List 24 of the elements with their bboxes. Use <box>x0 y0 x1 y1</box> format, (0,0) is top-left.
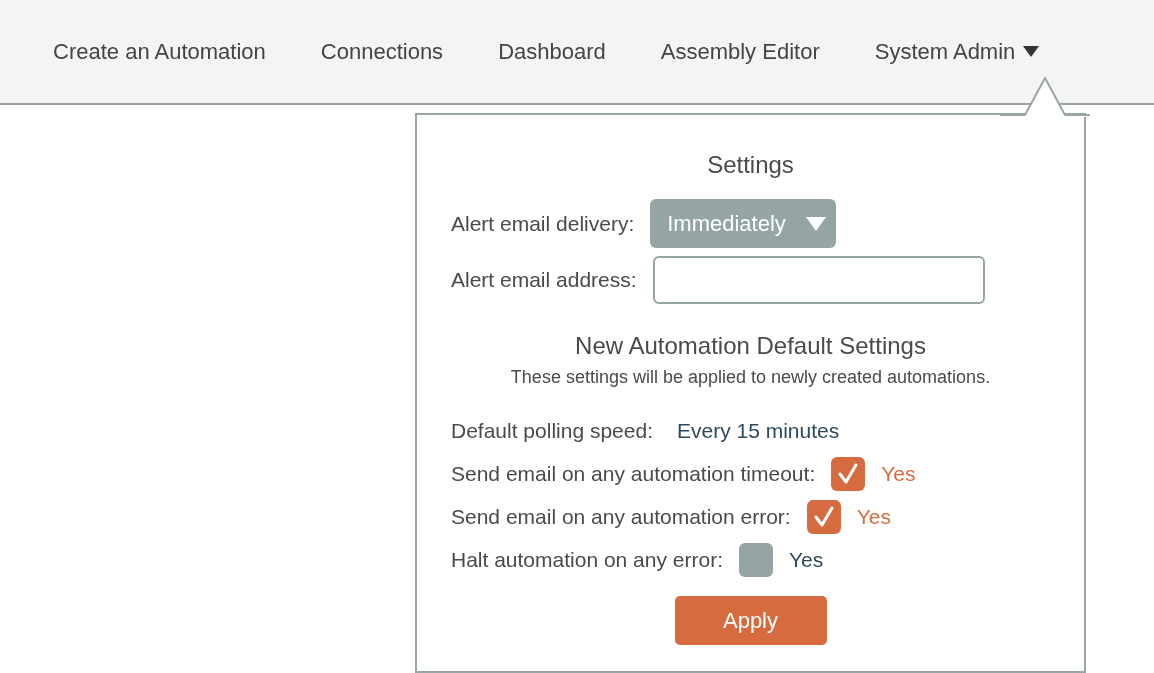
nav-link[interactable]: Connections <box>320 35 444 68</box>
option-label: Send email on any automation timeout: <box>451 461 816 488</box>
field-label: Default polling speed: <box>451 418 653 444</box>
caret-icon <box>805 216 826 231</box>
option-label: Send email on any automation error: <box>451 504 791 531</box>
option-text: Yes <box>789 547 824 574</box>
checkbox[interactable] <box>831 457 866 491</box>
nav-link[interactable]: Create an Automation <box>53 35 266 68</box>
option-label: Halt automation on any error: <box>451 547 723 574</box>
nav-link[interactable]: System Admin <box>874 35 1040 68</box>
caret-icon <box>1023 46 1040 57</box>
email-input-field[interactable] <box>652 256 985 304</box>
field-label: Alert email delivery: <box>451 210 635 237</box>
section-title: New Automation Default Settings <box>574 331 927 361</box>
nav-link[interactable]: Assembly Editor <box>660 35 820 68</box>
option-text: Yes <box>881 461 916 488</box>
polling-value: Every 15 minutes <box>677 418 840 444</box>
checkbox[interactable] <box>739 543 773 577</box>
section-note: These settings will be applied to newly created automations. <box>509 366 992 389</box>
checkbox[interactable] <box>806 500 841 534</box>
field-label: Alert email address: <box>451 267 637 294</box>
panel-title: Settings <box>706 150 795 180</box>
option-text: Yes <box>856 504 891 531</box>
nav-link[interactable]: Dashboard <box>498 35 606 68</box>
